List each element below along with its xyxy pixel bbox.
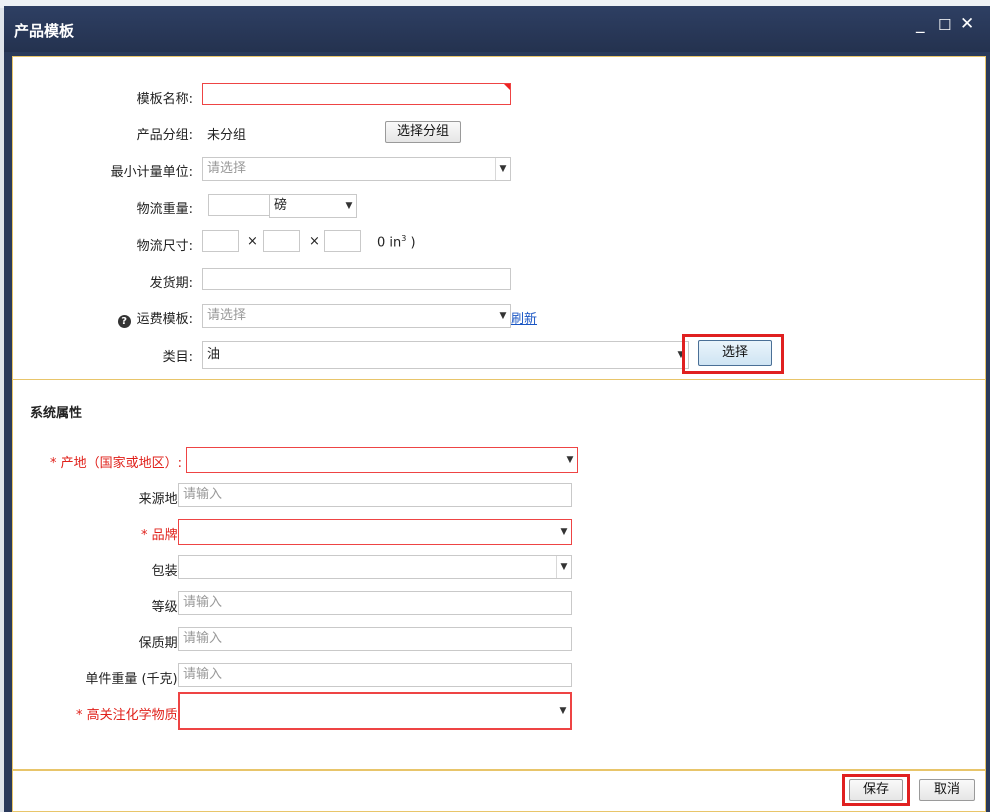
brand-select[interactable]: ▼: [178, 519, 572, 545]
refresh-link[interactable]: 刷新: [511, 308, 537, 327]
chevron-down-icon: ▼: [499, 311, 507, 321]
select-group-button[interactable]: 选择分组: [385, 121, 461, 143]
chevron-down-icon: ▼: [495, 158, 510, 180]
unit-weight-label: 单件重量 (千克):: [85, 672, 182, 687]
min-unit-select[interactable]: 请选择 ▼: [202, 157, 511, 181]
category-value: 油: [207, 347, 221, 362]
help-icon[interactable]: ?: [117, 315, 131, 328]
packaging-select[interactable]: ▼: [178, 555, 572, 579]
origin-label: * 产地（国家或地区）:: [49, 456, 182, 471]
dialog-footer: 保存 取消: [12, 770, 986, 812]
chevron-down-icon: ▼: [566, 455, 574, 465]
weight-unit-select[interactable]: 磅 ▼: [269, 194, 357, 218]
product-group-value: 未分组: [207, 128, 247, 143]
maximize-icon[interactable]: ☐: [938, 16, 951, 34]
select-category-button[interactable]: 选择: [698, 340, 772, 366]
chemicals-label: * 高关注化学物质:: [75, 708, 182, 723]
shipping-template-placeholder: 请选择: [207, 308, 247, 323]
packaging-label: 包装:: [151, 564, 182, 579]
logistics-weight-input[interactable]: [208, 194, 270, 216]
product-group-label: 产品分组:: [136, 128, 193, 143]
grade-input[interactable]: 请输入: [178, 591, 572, 615]
grade-label: 等级:: [151, 600, 182, 615]
size-sep-2: ×: [309, 234, 320, 249]
basic-info-section: 模板名称: 产品分组: 未分组 选择分组 最小计量单位: 请选择 ▼ 物流重量:…: [12, 56, 986, 380]
logistics-weight-label: 物流重量:: [136, 202, 193, 217]
chevron-down-icon: ▼: [556, 556, 571, 578]
logistics-size-label: 物流尺寸:: [136, 239, 193, 254]
chevron-down-icon: ▼: [345, 201, 353, 211]
weight-unit-value: 磅: [274, 198, 288, 213]
save-button[interactable]: 保存: [849, 779, 903, 801]
dialog-body: 模板名称: 产品分组: 未分组 选择分组 最小计量单位: 请选择 ▼ 物流重量:…: [12, 56, 986, 812]
chevron-down-icon: ▼: [559, 706, 567, 716]
min-unit-label: 最小计量单位:: [110, 165, 193, 180]
size-length-input[interactable]: [202, 230, 239, 252]
system-attributes-title: 系统属性: [30, 406, 83, 421]
required-corner-mark: [504, 84, 510, 90]
size-width-input[interactable]: [263, 230, 300, 252]
close-icon[interactable]: ✕: [960, 14, 974, 34]
dialog-titlebar: 产品模板 _ ☐ ✕: [4, 6, 990, 52]
unit-weight-input[interactable]: 请输入: [178, 663, 572, 687]
size-result-close: ): [410, 235, 416, 251]
size-result-exponent: 3: [401, 234, 407, 243]
cancel-button[interactable]: 取消: [919, 779, 975, 801]
brand-label: * 品牌:: [140, 528, 182, 543]
ship-period-label: 发货期:: [149, 276, 193, 291]
size-height-input[interactable]: [324, 230, 361, 252]
shipping-template-label: ? 运费模板:: [53, 308, 193, 328]
template-name-input[interactable]: [202, 83, 511, 105]
source-input[interactable]: 请输入: [178, 483, 572, 507]
origin-select[interactable]: ▼: [186, 447, 578, 473]
shipping-template-select[interactable]: 请选择 ▼: [202, 304, 511, 328]
size-result-value: 0 in: [377, 235, 402, 251]
shelf-life-input[interactable]: 请输入: [178, 627, 572, 651]
product-template-dialog: 产品模板 _ ☐ ✕ 模板名称: 产品分组: 未分组 选择分组 最小计量单位: …: [4, 6, 990, 812]
chemicals-select[interactable]: ▼: [178, 692, 572, 730]
size-sep-1: ×: [247, 234, 258, 249]
background-text: [0, 0, 4, 7]
category-select[interactable]: 油 ▼: [202, 341, 689, 369]
min-unit-placeholder: 请选择: [207, 161, 247, 176]
template-name-label: 模板名称:: [136, 92, 193, 107]
category-label: 类目:: [162, 350, 193, 365]
chevron-down-icon: ▼: [560, 527, 568, 537]
shelf-life-label: 保质期:: [138, 636, 182, 651]
dialog-title: 产品模板: [14, 22, 75, 40]
ship-period-input[interactable]: [202, 268, 511, 290]
size-result: 0 in3 ): [377, 234, 416, 250]
minimize-icon[interactable]: _: [916, 14, 925, 34]
shipping-template-label-text: 运费模板:: [136, 312, 193, 327]
source-label: 来源地:: [138, 492, 182, 507]
